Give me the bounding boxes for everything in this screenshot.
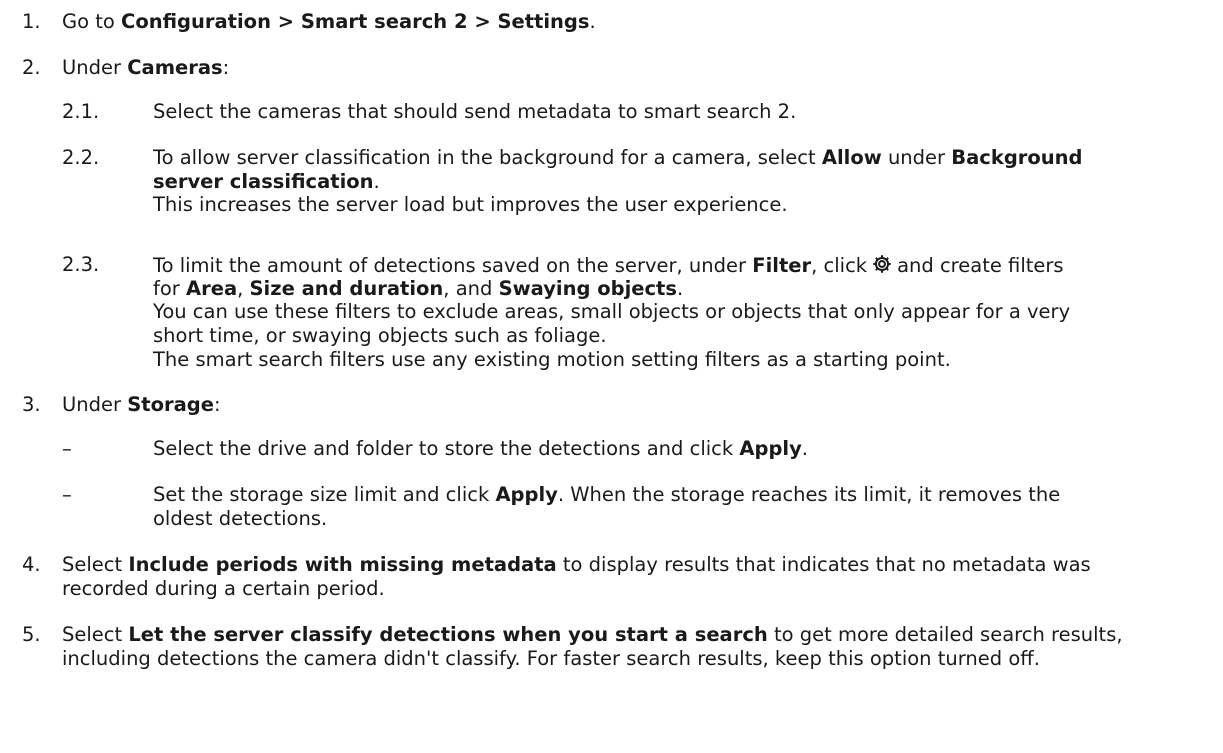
step-3-text: Under Storage: [62,393,221,416]
menu-path: Configuration > Smart search 2 > Setting… [121,10,590,33]
storage-bullet-2-line-1: Set the storage size limit and click App… [153,483,1061,506]
bullet-dash: – [62,437,72,460]
bullet-dash: – [62,483,72,506]
step-number: 5. [22,623,41,646]
step-4-line-1: Select Include periods with missing meta… [62,553,1091,576]
substep-2-3-line-5: The smart search filters use any existin… [153,348,951,371]
step-number: 3. [22,393,41,416]
step-4-line-2: recorded during a certain period. [62,577,385,600]
step-number: 4. [22,553,41,576]
substep-number: 2.1. [62,100,100,123]
storage-bullet-2-line-2: oldest detections. [153,507,328,530]
step-5-line-1: Select Let the server classify detection… [62,623,1123,646]
document-page: 1. Go to Configuration > Smart search 2 … [0,0,1223,753]
substep-2-3-line-1: To limit the amount of detections saved … [153,253,1064,277]
substep-2-2-line-1: To allow server classification in the ba… [153,146,1083,169]
gear-icon [871,253,893,275]
substep-number: 2.3. [62,253,100,276]
step-number: 1. [22,10,41,33]
step-number: 2. [22,56,41,79]
substep-2-3-line-2: for Area, Size and duration, and Swaying… [153,277,684,300]
step-1-text: Go to Configuration > Smart search 2 > S… [62,10,596,33]
storage-bullet-1: Select the drive and folder to store the… [153,437,808,460]
substep-2-2-line-3: This increases the server load but impro… [153,193,788,216]
substep-2-2-line-2: server classification. [153,170,380,193]
step-5-line-2: including detections the camera didn't c… [62,647,1040,670]
step-2-text: Under Cameras: [62,56,230,79]
substep-2-3-line-4: short time, or swaying objects such as f… [153,324,607,347]
substep-2-1-text: Select the cameras that should send meta… [153,100,797,123]
substep-number: 2.2. [62,146,100,169]
substep-2-3-line-3: You can use these filters to exclude are… [153,300,1071,323]
